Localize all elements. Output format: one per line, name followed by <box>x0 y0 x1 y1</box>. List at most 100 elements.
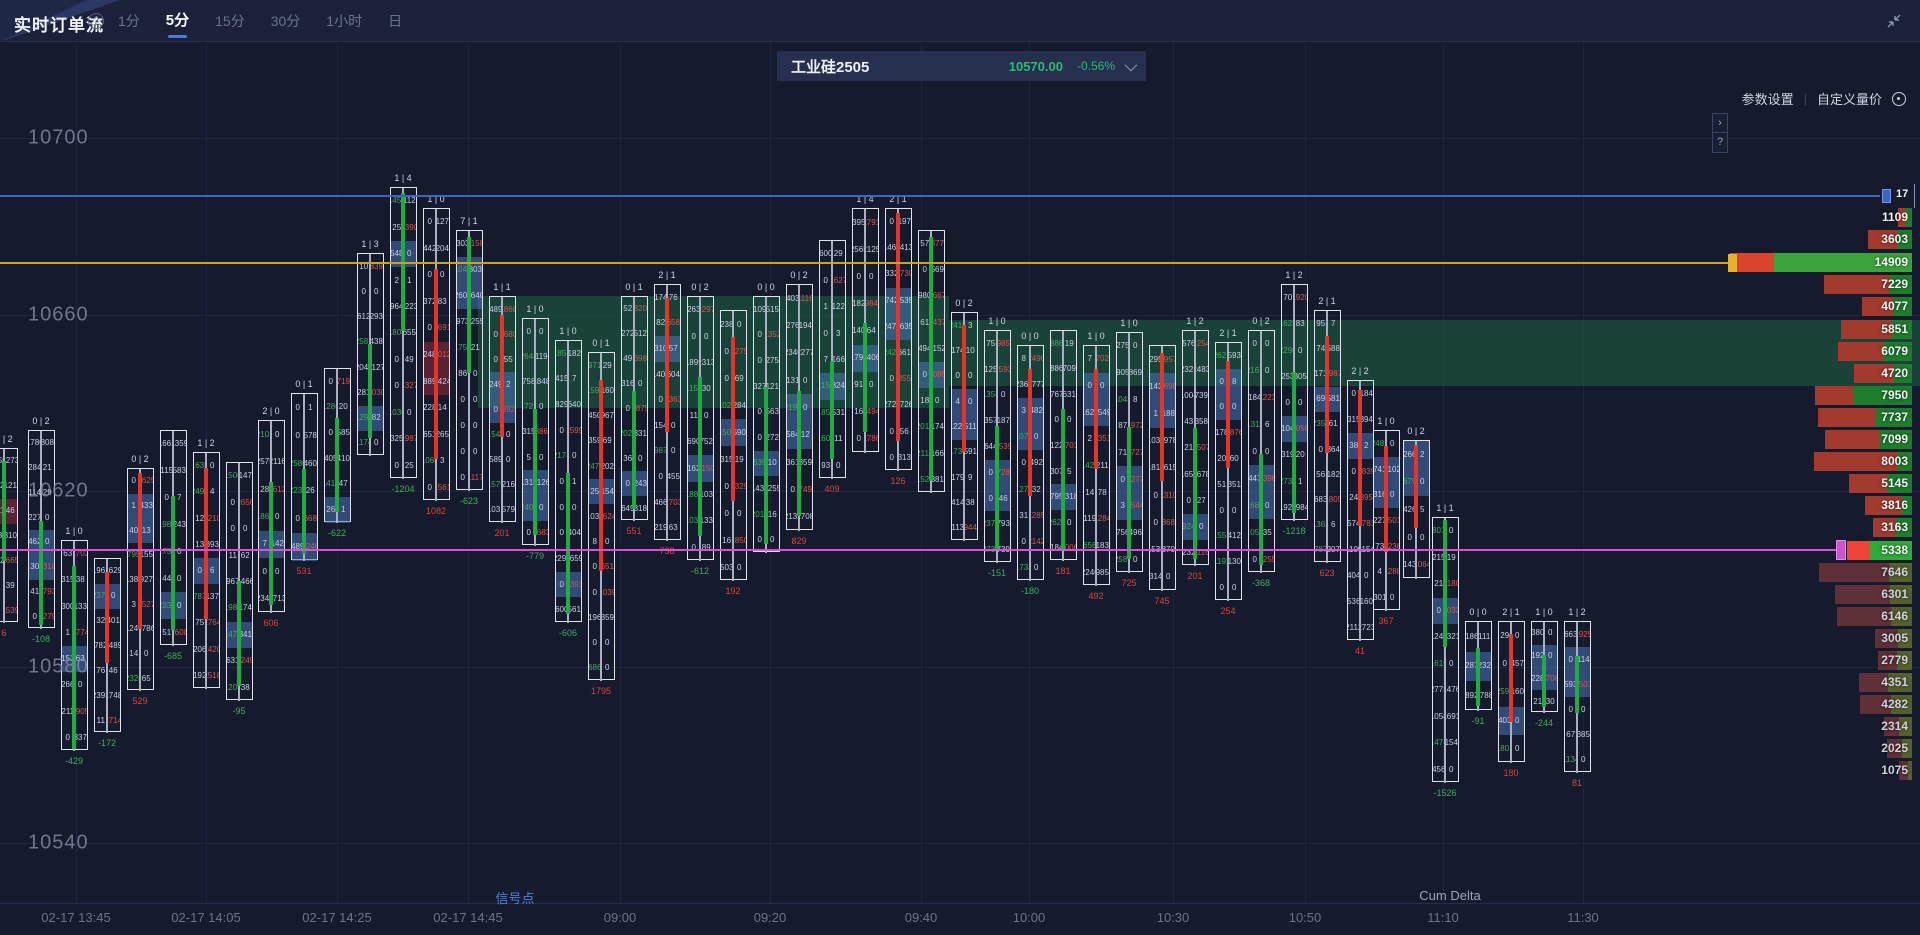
imbalance-count-label: 0 | 2 <box>1407 426 1424 436</box>
footprint-candle: 4031116276194234022771310219905841236185… <box>786 284 813 530</box>
imbalance-count-label: 2 | 1 <box>1318 296 1335 306</box>
candle-delta-label: 829 <box>791 536 806 546</box>
footprint-candle: 2621593080017818762060513510015534121191… <box>1215 342 1242 600</box>
imbalance-count-label: 1 | 0 <box>559 326 576 336</box>
candle-body-down <box>1509 634 1513 722</box>
footprint-candle: 663192501145932507006738511340 <box>1564 621 1591 772</box>
x-axis-label: 02-17 14:25 <box>302 910 371 925</box>
candle-delta-label: 531 <box>296 566 311 576</box>
volume-profile-value: 3163 <box>1881 518 1908 537</box>
volume-profile-value: 3603 <box>1881 230 1908 249</box>
volume-profile-value: 5851 <box>1881 320 1908 339</box>
tab-timeframe-日[interactable]: 日 <box>388 0 402 42</box>
candle-delta-label: 367 <box>1378 616 1393 626</box>
x-axis-label: 10:30 <box>1157 910 1190 925</box>
footprint-candle: 24820741110231602271501731236422883010 <box>1373 430 1400 610</box>
volume-profile-value: 14909 <box>1875 253 1908 272</box>
candle-body-up <box>1259 454 1263 565</box>
tab-timeframe-1小时[interactable]: 1小时 <box>326 0 362 42</box>
footprint-candle: 3032158104730326091640973225517592186000… <box>456 230 483 490</box>
instrument-selector[interactable]: 工业硅2505 10570.00 -0.56% <box>777 51 1146 81</box>
footprint-candle: 1861112872328921788 <box>1465 621 1492 710</box>
footprint-candle: 0197146014133321730742153524791635242066… <box>885 208 912 470</box>
candle-body-up <box>1542 655 1546 707</box>
panel-help-button[interactable]: ? <box>1712 133 1728 153</box>
sell-volume-segment <box>1847 541 1870 560</box>
signal-point-toggle[interactable]: 信号点 <box>495 888 534 907</box>
candle-delta-label: 254 <box>1220 606 1235 616</box>
volume-profile-value: 3816 <box>1881 496 1908 515</box>
candle-delta-label: 1082 <box>426 506 446 516</box>
footprint-candle: 1747682658310571401604013631540987004554… <box>654 284 681 540</box>
volume-profile-row: 7646 <box>1712 563 1912 582</box>
x-axis-label: 10:50 <box>1289 910 1322 925</box>
footprint-candle: 1635024904121210133930678713775276420614… <box>193 452 220 688</box>
y-axis-label: 10700 <box>28 127 89 150</box>
price-line-blue <box>0 195 1880 197</box>
custom-volume-price-button[interactable]: 自定义量价 <box>1817 89 1882 108</box>
candle-body-up <box>1193 428 1197 559</box>
volume-profile-row: 5851 <box>1712 320 1912 339</box>
instrument-change: -0.56% <box>1077 59 1115 73</box>
sell-volume-segment <box>1818 408 1877 427</box>
orderflow-app: 实时订单流 ? 1分5分15分30分1小时日 工业硅2505 10570.00 … <box>0 0 1920 935</box>
cum-delta-toggle[interactable]: Cum Delta <box>1419 888 1480 903</box>
candle-body-up <box>863 323 867 431</box>
candle-body-up <box>171 496 175 630</box>
volume-profile-value: 7646 <box>1881 563 1908 582</box>
candle-body-up <box>1061 409 1065 551</box>
visibility-icon[interactable] <box>1892 92 1906 106</box>
help-icon[interactable]: ? <box>88 13 104 29</box>
volume-profile-value: 5338 <box>1881 541 1908 560</box>
tab-timeframe-1分[interactable]: 1分 <box>118 0 140 42</box>
tab-timeframe-5分[interactable]: 5分 <box>166 0 189 42</box>
candle-body-down <box>1028 369 1032 496</box>
params-settings-button[interactable]: 参数设置 <box>1742 89 1794 108</box>
footprint-candle: 010578258046022382606684891246 <box>291 393 318 560</box>
volume-profile-value: 6079 <box>1881 342 1908 361</box>
footprint-candle: 3800192022817082130 <box>1531 621 1558 712</box>
x-axis-line <box>0 903 1920 904</box>
chevron-down-icon <box>1125 58 1138 71</box>
candle-delta-label: -368 <box>1252 578 1270 588</box>
candle-body-up <box>1476 648 1480 706</box>
volume-profile-row: 14909 <box>1712 253 1912 272</box>
v-gridline <box>1583 42 1584 903</box>
footprint-candle: 0184315394382018392489557427831109115440… <box>1347 380 1374 640</box>
expand-panel-button[interactable]: › <box>1712 113 1728 133</box>
footprint-candle: 1095150135202753271210563027263910143522… <box>753 296 780 552</box>
candle-body-down <box>1414 445 1418 527</box>
tab-timeframe-15分[interactable]: 15分 <box>215 0 245 42</box>
tab-timeframe-30分[interactable]: 30分 <box>271 0 301 42</box>
candle-body-down <box>105 572 109 663</box>
imbalance-count-label: 2 | 0 <box>262 406 279 416</box>
candle-delta-label: -151 <box>988 568 1006 578</box>
collapse-icon[interactable] <box>1886 13 1902 29</box>
footprint-candle: 6317023153830013311774151632660211190503… <box>61 540 88 750</box>
imbalance-count-label: 1 | 2 <box>1186 316 1203 326</box>
yellow-line-marker <box>1728 254 1737 272</box>
footprint-candle: 9712915951604509673596924782022515410362… <box>588 352 615 680</box>
imbalance-count-label: 2 | 1 <box>1219 328 1236 338</box>
sell-volume-segment <box>1824 275 1890 294</box>
volume-profile-value: 7099 <box>1881 430 1908 449</box>
imbalance-count-label: 0 | 2 <box>32 416 49 426</box>
candle-body-down <box>1358 390 1362 526</box>
volume-profile-value: 7950 <box>1881 386 1908 405</box>
imbalance-count-label: 1 | 0 <box>988 316 1005 326</box>
footprint-candle: 5282027251249698316001875202133136002436… <box>621 296 648 520</box>
imbalance-count-label: 0 | 0 <box>1021 331 1038 341</box>
candle-delta-label: 551 <box>626 526 641 536</box>
h-gridline <box>0 667 1920 668</box>
imbalance-count-label: 0 | 1 <box>295 379 312 389</box>
imbalance-count-label: 2 | 2 <box>1351 366 1368 376</box>
candle-delta-label: 1795 <box>591 686 611 696</box>
sell-volume-segment <box>1838 342 1884 361</box>
candle-body-down <box>599 380 603 570</box>
footprint-chart[interactable]: 1070010660106201058010540265912735221211… <box>0 42 1920 935</box>
candle-delta-label: 623 <box>1319 568 1334 578</box>
candle-body-down <box>1094 369 1098 469</box>
footprint-candle: 8861988670976763100122270130757951318262… <box>1050 330 1077 560</box>
candle-delta-label: 81 <box>1572 778 1582 788</box>
candle-body-up <box>368 344 372 439</box>
